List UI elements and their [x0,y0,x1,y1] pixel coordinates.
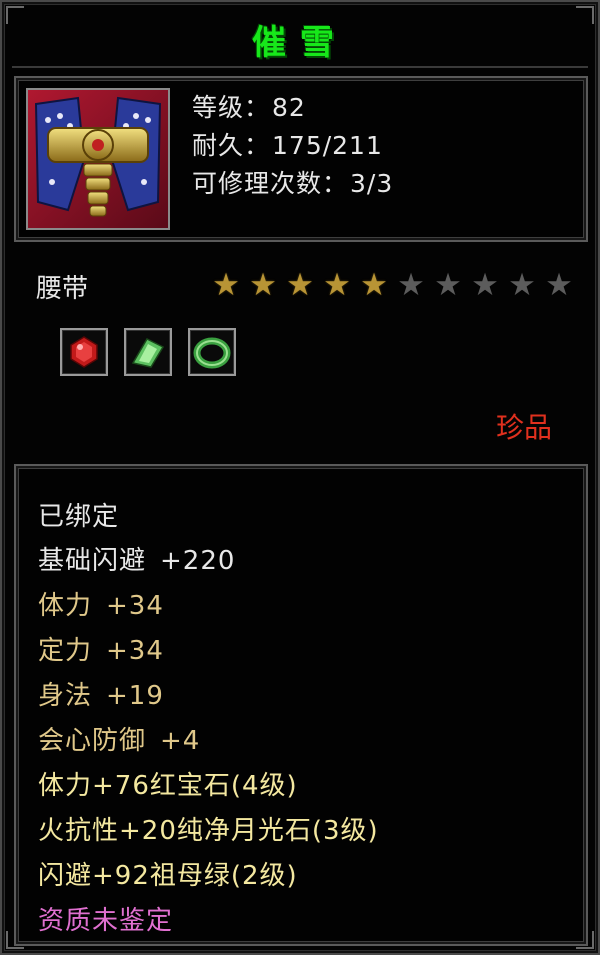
stat-label: 会心防御 [38,726,147,756]
level-value: 82 [272,93,306,122]
star-empty-icon: ★ [471,267,499,303]
stats-panel: 已绑定 基础闪避 +220 体力 +34 定力 +34 身法 +19 会心防御 +4 体力… [14,464,588,946]
item-header: 等级：82 耐久：175/211 可修理次数：3/3 [14,76,588,242]
red-ruby-icon [70,336,98,368]
stat-value: +34 [106,591,164,621]
star-empty-icon: ★ [397,267,425,303]
durability-value: 175/211 [272,131,383,160]
repair-value: 3/3 [350,169,394,198]
gem-slots [60,328,236,376]
level-line: 等级：82 [192,88,306,124]
repair-label: 可修理次数： [192,169,349,198]
stat-base-dodge: 基础闪避 +220 [38,540,235,577]
repair-line: 可修理次数：3/3 [192,164,393,200]
stat-label: 身法 [38,681,93,711]
stat-value: +19 [106,681,164,711]
green-ring-icon [193,337,231,369]
item-tooltip: 催雪 等级：82 耐久：175/211 可修理次数：3/3 腰带 ★ ★ ★ ★… [0,0,600,955]
stat-label: 基础闪避 [38,546,147,576]
gem-stat-2: 火抗性+20纯净月光石(3级) [38,816,379,846]
item-type: 腰带 [36,274,89,304]
stat-crit-defense: 会心防御 +4 [38,720,200,757]
rarity-label: 珍品 [495,411,552,444]
item-title: 催雪 [252,22,348,63]
stat-stamina: 体力 +34 [38,585,164,622]
star-filled-icon: ★ [286,267,314,303]
star-empty-icon: ★ [434,267,462,303]
stat-agility: 身法 +19 [38,675,164,712]
gem-slot[interactable] [60,328,108,376]
stat-value: +34 [106,636,164,666]
star-filled-icon: ★ [360,267,388,303]
star-empty-icon: ★ [545,267,573,303]
gem-slot[interactable] [124,328,172,376]
stat-value: +4 [160,726,201,756]
bound-status: 已绑定 [38,502,120,532]
quality-status: 资质未鉴定 [38,906,174,936]
star-rating: ★ ★ ★ ★ ★ ★ ★ ★ ★ ★ [210,269,575,301]
stat-focus: 定力 +34 [38,630,164,667]
level-label: 等级： [192,93,271,122]
star-filled-icon: ★ [323,267,351,303]
gem-slot[interactable] [188,328,236,376]
star-empty-icon: ★ [508,267,536,303]
stat-label: 定力 [38,636,93,666]
stat-value: +220 [160,546,236,576]
durability-label: 耐久： [192,131,271,160]
belt-icon [26,88,170,230]
green-crystal-icon [131,338,165,368]
star-filled-icon: ★ [249,267,277,303]
title-bar: 催雪 [12,12,588,68]
gem-stat-1: 体力+76红宝石(4级) [38,771,298,801]
stat-label: 体力 [38,591,93,621]
durability-line: 耐久：175/211 [192,126,383,162]
star-filled-icon: ★ [212,267,240,303]
gem-stat-3: 闪避+92祖母绿(2级) [38,861,298,891]
